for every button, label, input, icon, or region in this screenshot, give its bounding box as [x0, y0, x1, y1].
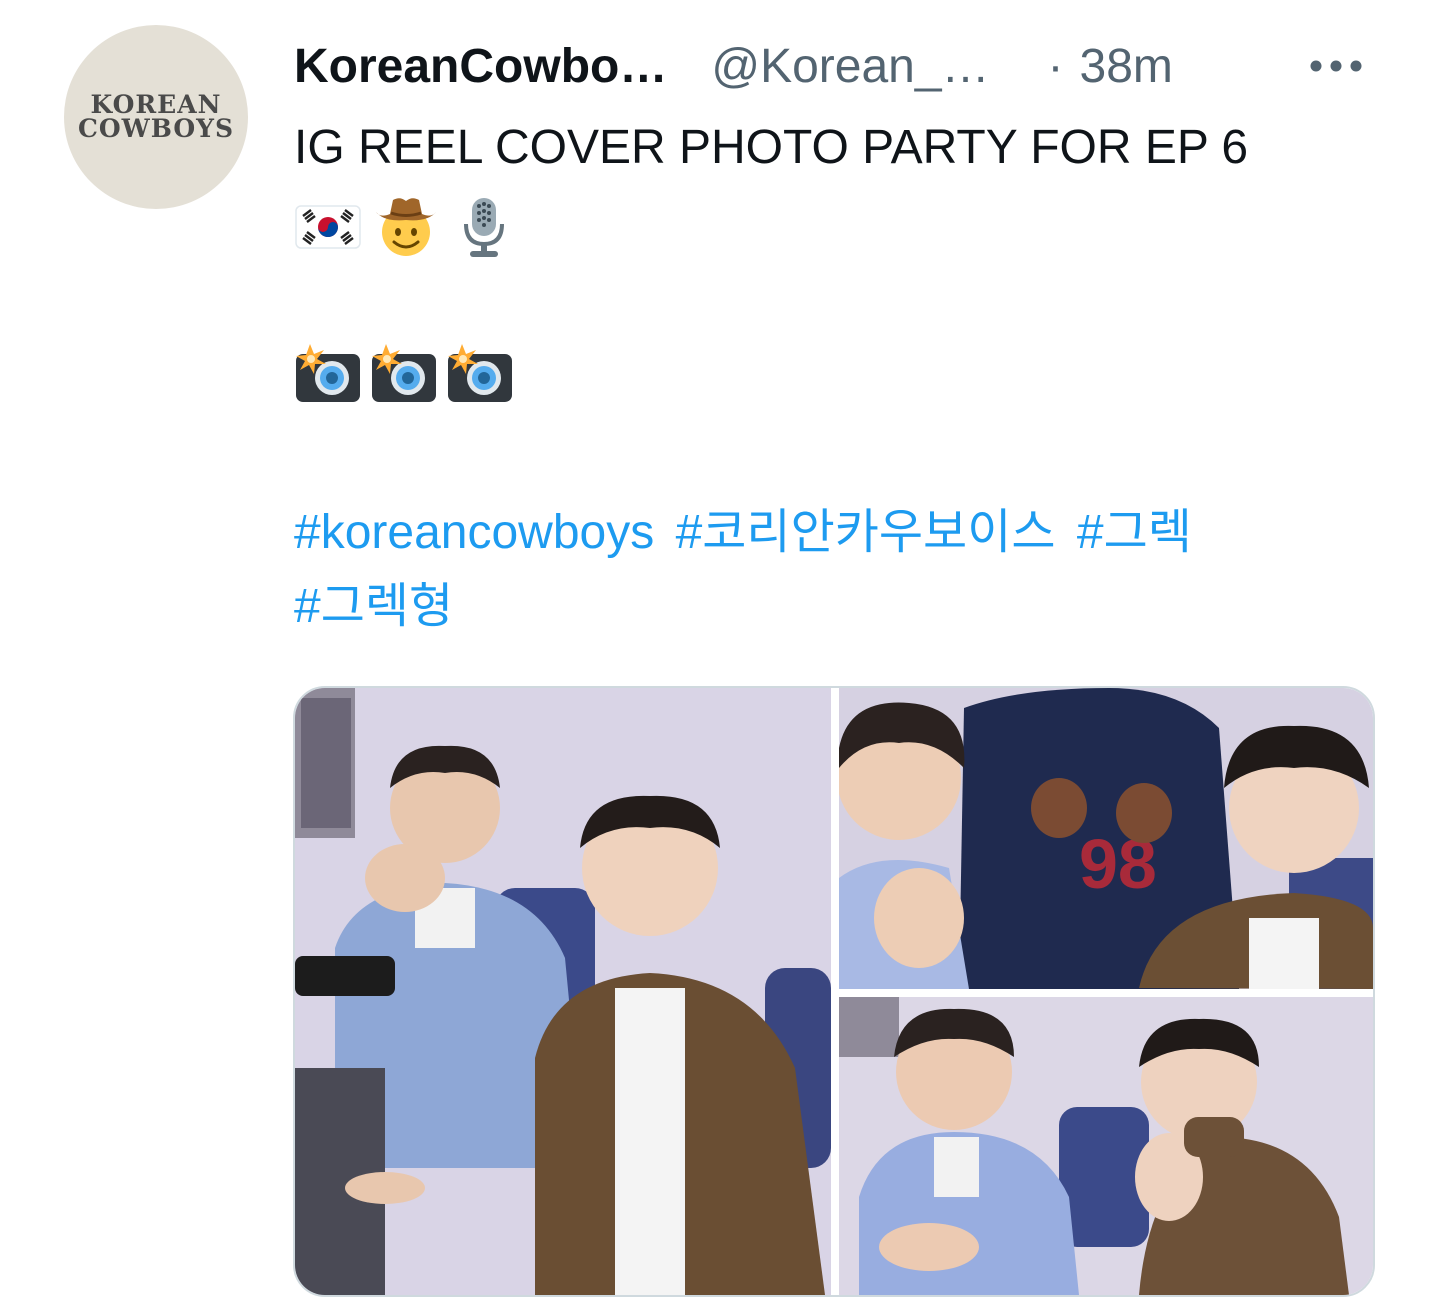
timestamp[interactable]: 38m — [1080, 39, 1173, 94]
tweet-text-line: IG REEL COVER PHOTO PARTY FOR EP 6 — [294, 121, 1249, 174]
user-handle[interactable]: @Korean_… — [711, 39, 989, 94]
korean-flag-emoji — [295, 205, 361, 249]
media-grid: 98 — [293, 686, 1375, 1297]
tweet-header: KoreanCowbo… @Korean_… · 38m — [294, 36, 1384, 96]
cowboy-face-emoji — [376, 198, 436, 256]
camera-flash-emoji — [296, 344, 360, 402]
photo-icon — [295, 688, 831, 1295]
more-options-button[interactable] — [1306, 36, 1366, 96]
avatar-text-line2: COWBOYS — [77, 114, 235, 143]
tweet[interactable]: KOREAN COWBOYS KoreanCowbo… @Korean_… · … — [0, 0, 1440, 1313]
avatar[interactable]: KOREAN COWBOYS — [64, 25, 248, 209]
media-gutter-horizontal — [839, 989, 1373, 997]
emoji-row-1 — [294, 192, 518, 260]
microphone-emoji — [464, 198, 504, 257]
media-gutter-vertical — [831, 688, 839, 1295]
photo-icon — [839, 997, 1373, 1295]
tweet-text: IG REEL COVER PHOTO PARTY FOR EP 6 — [294, 118, 1394, 178]
hashtag-link[interactable]: #koreancowboys — [294, 506, 654, 559]
emoji-row-2 — [294, 342, 514, 404]
hashtags: #koreancowboys #코리안카우보이스 #그렉 #그렉형 — [294, 496, 1394, 644]
photo-2[interactable]: 98 — [839, 688, 1373, 989]
photo-icon: 98 — [839, 688, 1373, 989]
hashtag-link[interactable]: #그렉형 — [294, 580, 453, 633]
photo-3[interactable] — [839, 997, 1373, 1295]
separator-dot: · — [1047, 39, 1064, 93]
hashtag-link[interactable]: #코리안카우보이스 — [676, 506, 1056, 559]
photo-1[interactable] — [295, 688, 831, 1295]
hashtag-link[interactable]: #그렉 — [1077, 506, 1192, 559]
display-name[interactable]: KoreanCowbo… — [294, 39, 667, 94]
camera-flash-emoji — [372, 344, 436, 402]
camera-flash-emoji — [448, 344, 512, 402]
more-icon — [1310, 60, 1362, 72]
